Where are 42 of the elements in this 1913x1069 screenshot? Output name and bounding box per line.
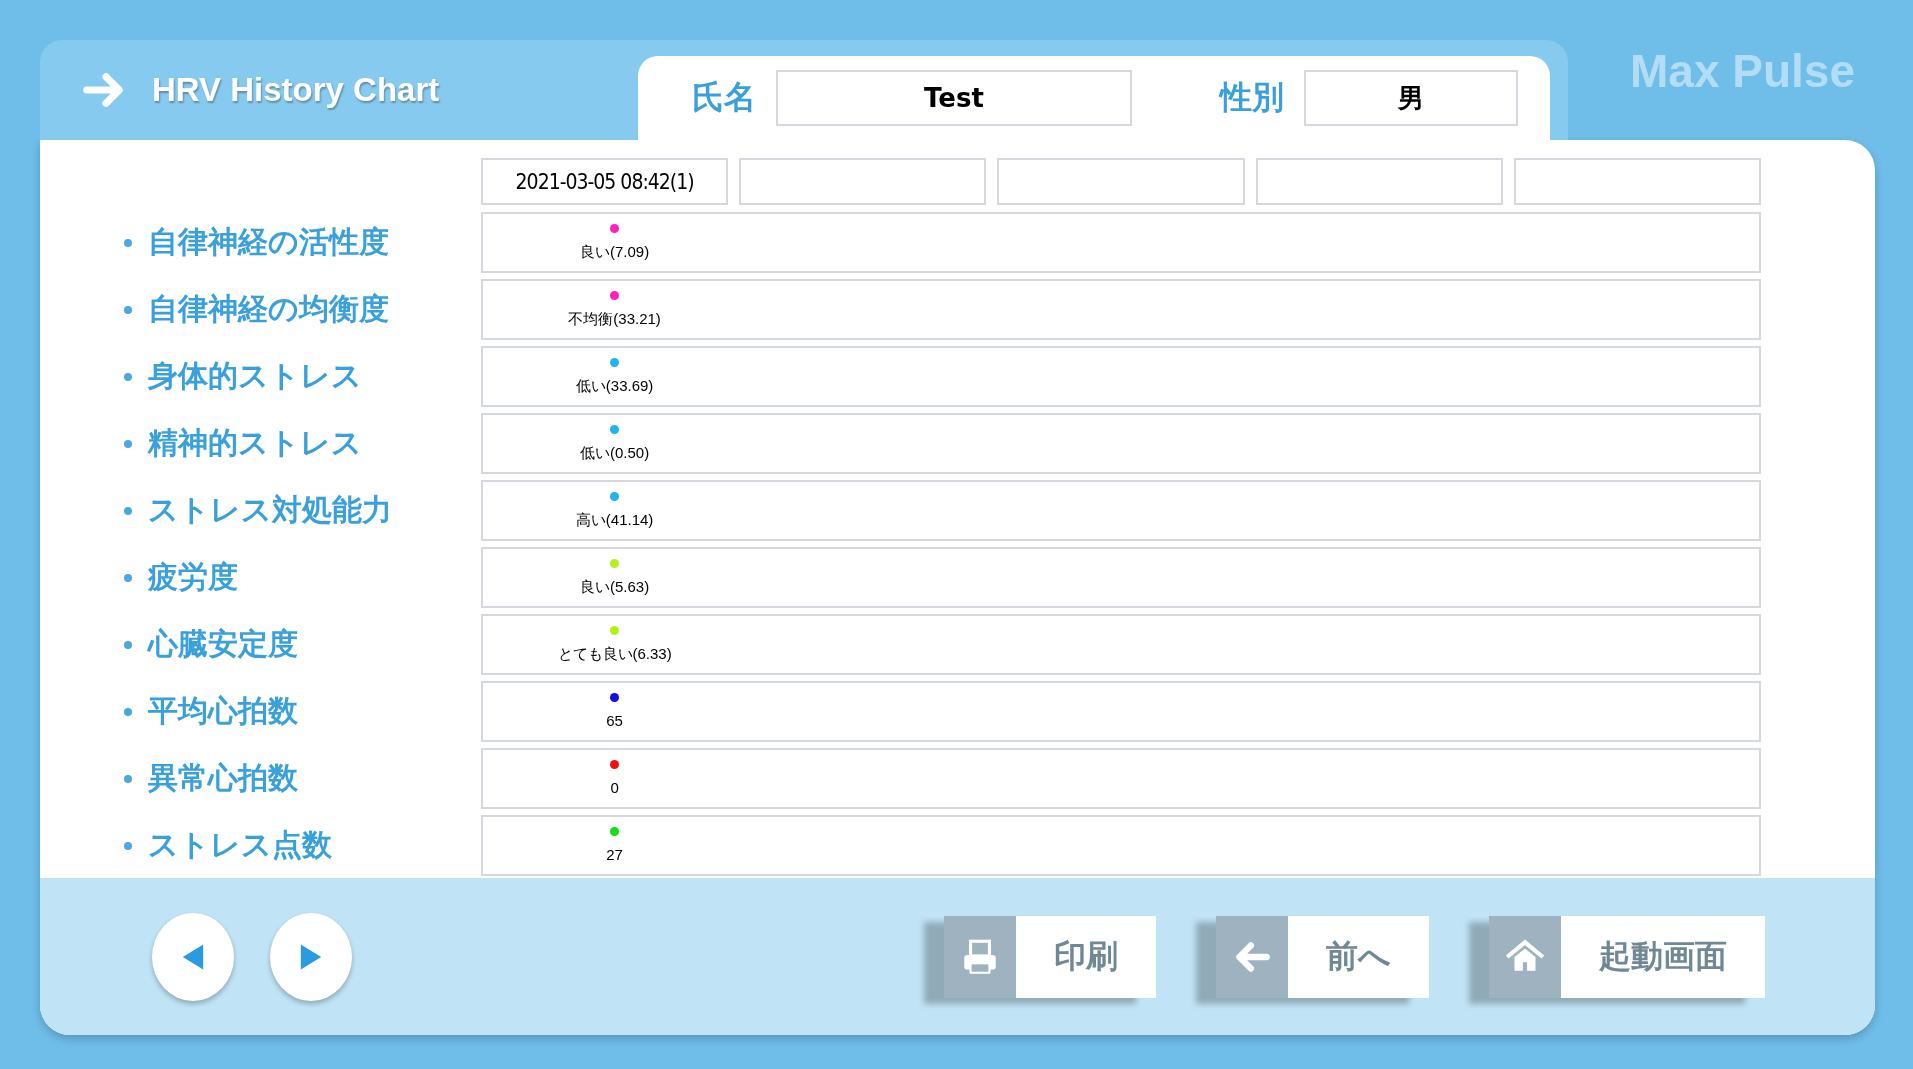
reading-value: 不均衡(33.21)	[567, 310, 661, 329]
name-field: Test	[776, 70, 1132, 126]
action-button[interactable]: 起動画面	[1489, 915, 1765, 998]
action-button[interactable]: 前へ	[1216, 915, 1429, 998]
metric-label: 疲労度	[148, 558, 238, 596]
bullet-icon	[124, 439, 132, 448]
reading-value: 良い(5.63)	[579, 578, 650, 597]
bullet-icon	[124, 774, 132, 783]
page-title: HRV History Chart	[152, 71, 440, 109]
brand-logo: Max Pulse	[1630, 44, 1856, 99]
bullet-icon	[124, 707, 132, 716]
metric-label: 身体的ストレス	[148, 357, 362, 395]
reading-value: とても良い(6.33)	[556, 645, 672, 664]
field-label: 性別	[1220, 77, 1284, 118]
reading-value: 良い(7.09)	[579, 243, 650, 262]
metric-label: 自律神経の活性度	[148, 223, 389, 261]
bullet-icon	[124, 372, 132, 381]
bullet-icon	[124, 573, 132, 582]
date-cell: 2021-03-05 08:42(1)	[481, 158, 729, 205]
action-button[interactable]: 印刷	[944, 915, 1156, 998]
metric-label: 異常心拍数	[148, 759, 298, 797]
metric-label: ストレス点数	[148, 826, 332, 864]
bullet-icon	[124, 841, 132, 850]
reading-value: 0	[609, 779, 619, 796]
reading-value: 高い(41.14)	[574, 511, 654, 530]
next-button[interactable]	[270, 912, 352, 1001]
field-label: 氏名	[692, 77, 756, 118]
metric-label: 精神的ストレス	[148, 424, 362, 462]
gender-field: 男	[1304, 70, 1518, 126]
metric-label: 心臓安定度	[148, 625, 298, 663]
bullet-icon	[124, 506, 132, 515]
reading-value: 低い(0.50)	[579, 444, 650, 463]
metric-label: 自律神経の均衡度	[148, 290, 389, 328]
metric-label: ストレス対処能力	[148, 491, 392, 529]
bullet-icon	[124, 640, 132, 649]
previous-button[interactable]	[152, 912, 234, 1001]
reading-value: 低い(33.69)	[574, 377, 654, 396]
reading-value: 65	[605, 712, 623, 729]
reading-value: 27	[605, 846, 623, 863]
bullet-icon	[124, 238, 132, 247]
metric-label: 平均心拍数	[148, 692, 298, 730]
bullet-icon	[124, 305, 132, 314]
